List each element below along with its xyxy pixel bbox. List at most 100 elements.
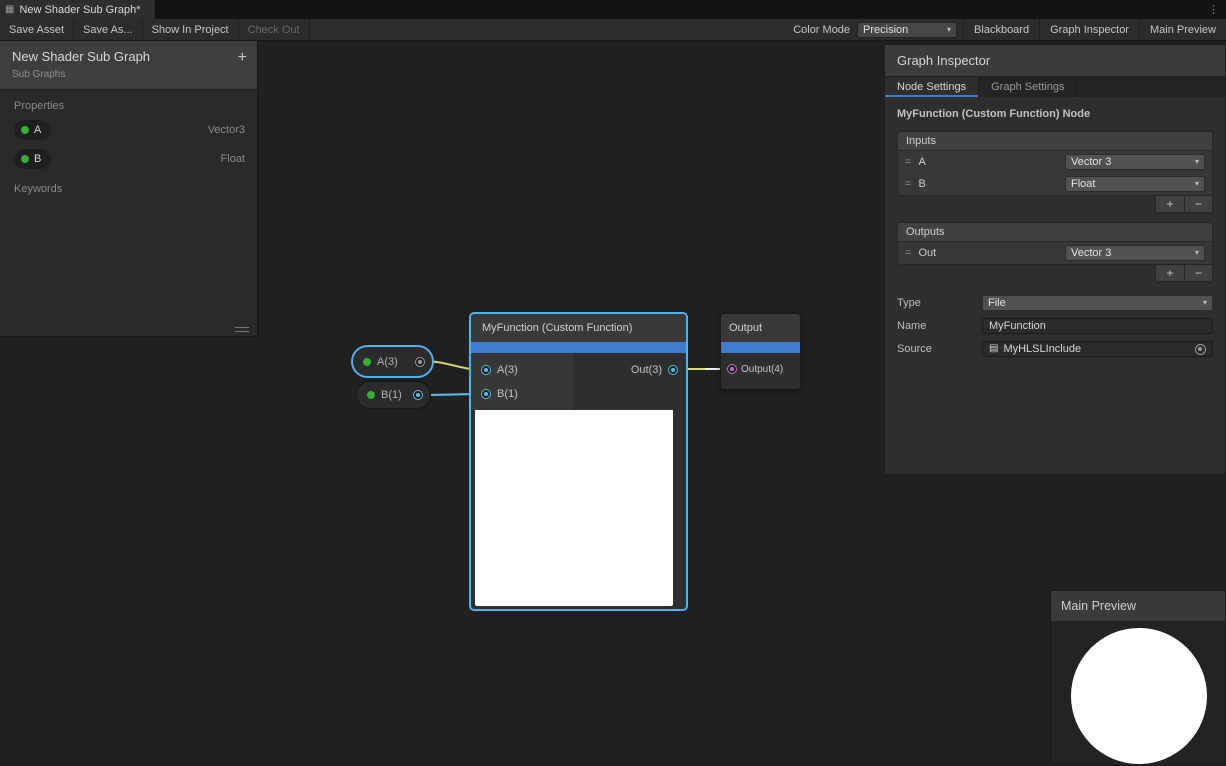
node-port-area: Output(4) — [721, 353, 800, 389]
graph-inspector-panel: Graph Inspector Node Settings Graph Sett… — [884, 44, 1226, 475]
input-name: B — [918, 178, 1058, 190]
output-type-dropdown[interactable]: Vector 3 ▾ — [1065, 245, 1205, 261]
tab-graph-settings[interactable]: Graph Settings — [979, 77, 1077, 97]
type-field-row: Type File ▾ — [897, 295, 1213, 311]
drag-handle-icon[interactable]: = — [905, 247, 911, 259]
remove-input-button[interactable]: − — [1184, 196, 1213, 213]
graph-inspector-toggle-button[interactable]: Graph Inspector — [1039, 19, 1139, 40]
output-type-value: Vector 3 — [1071, 247, 1111, 259]
toolbar: Save Asset Save As... Show In Project Ch… — [0, 19, 1226, 41]
property-node-label: B(1) — [381, 389, 407, 401]
input-port-row-b: B(1) — [471, 382, 573, 406]
node-title[interactable]: MyFunction (Custom Function) — [471, 314, 686, 342]
input-type-value: Vector 3 — [1071, 156, 1111, 168]
chevron-down-icon: ▾ — [947, 26, 951, 34]
graph-asset-icon: ▦ — [5, 5, 14, 15]
blackboard-property-row[interactable]: A Vector3 — [0, 115, 257, 144]
name-value: MyFunction — [989, 320, 1046, 332]
graph-inspector-title: Graph Inspector — [885, 45, 1225, 77]
preview-sphere — [1071, 628, 1207, 764]
output-row-out[interactable]: = Out Vector 3 ▾ — [898, 242, 1212, 264]
save-as-button[interactable]: Save As... — [74, 19, 143, 40]
add-output-button[interactable]: + — [1155, 265, 1184, 282]
property-node-b[interactable]: B(1) — [356, 381, 431, 409]
output-name: Out — [918, 247, 1058, 259]
show-in-project-button[interactable]: Show In Project — [143, 19, 239, 40]
property-pill[interactable]: A — [14, 120, 51, 140]
property-color-dot — [367, 391, 375, 399]
chevron-down-icon: ▾ — [1195, 180, 1199, 188]
node-input-column: A(3) B(1) — [471, 353, 573, 410]
blackboard-toggle-button[interactable]: Blackboard — [963, 19, 1039, 40]
add-property-button[interactable]: + — [238, 50, 247, 66]
remove-output-button[interactable]: − — [1184, 265, 1213, 282]
name-field-row: Name MyFunction — [897, 318, 1213, 334]
port-icon[interactable] — [668, 365, 678, 375]
node-preview — [475, 410, 673, 606]
port-label: Out(3) — [631, 364, 662, 376]
inputs-list: Inputs = A Vector 3 ▾ = B Float ▾ — [897, 131, 1213, 196]
object-picker-icon[interactable] — [1195, 344, 1206, 355]
outputs-list-footer: + − — [885, 265, 1213, 282]
property-name: B — [34, 153, 41, 165]
inputs-list-footer: + − — [885, 196, 1213, 213]
blackboard-property-row[interactable]: B Float — [0, 144, 257, 173]
input-type-dropdown[interactable]: Vector 3 ▾ — [1065, 154, 1205, 170]
port-icon[interactable] — [413, 390, 423, 400]
source-value: MyHLSLInclude — [1003, 343, 1081, 355]
input-row-b[interactable]: = B Float ▾ — [898, 173, 1212, 195]
chevron-down-icon: ▾ — [1195, 249, 1199, 257]
port-icon[interactable] — [415, 357, 425, 367]
drag-handle-icon[interactable]: = — [905, 178, 911, 190]
window-menu-icon[interactable]: ⋮ — [1201, 0, 1226, 19]
port-label: A(3) — [497, 364, 518, 376]
main-preview-body[interactable] — [1051, 622, 1225, 765]
property-color-dot — [363, 358, 371, 366]
property-node-a[interactable]: A(3) — [352, 346, 433, 377]
node-title[interactable]: Output — [721, 314, 800, 342]
input-row-a[interactable]: = A Vector 3 ▾ — [898, 151, 1212, 173]
node-output-column: Out(3) — [573, 353, 686, 410]
port-label: B(1) — [497, 388, 518, 400]
resize-handle[interactable] — [235, 327, 249, 332]
property-type: Vector3 — [208, 124, 245, 136]
property-color-dot — [21, 126, 29, 134]
node-accent-bar — [471, 342, 686, 353]
output-node[interactable]: Output Output(4) — [720, 313, 801, 389]
check-out-button: Check Out — [239, 19, 310, 40]
node-settings-heading: MyFunction (Custom Function) Node — [885, 97, 1225, 122]
custom-function-node[interactable]: MyFunction (Custom Function) A(3) B(1) O… — [470, 313, 687, 610]
port-icon[interactable] — [727, 364, 737, 374]
save-asset-button[interactable]: Save Asset — [0, 19, 74, 40]
port-icon[interactable] — [481, 389, 491, 399]
precision-dropdown[interactable]: Precision ▾ — [857, 22, 957, 38]
name-input[interactable]: MyFunction — [982, 318, 1213, 334]
type-value: File — [988, 297, 1006, 309]
blackboard-subtitle: Sub Graphs — [12, 69, 245, 80]
tab-new-shader-sub-graph[interactable]: ▦ New Shader Sub Graph* — [0, 0, 156, 19]
tab-title: New Shader Sub Graph* — [19, 4, 140, 16]
main-preview-panel: Main Preview — [1050, 590, 1226, 766]
property-color-dot — [21, 155, 29, 163]
source-object-field[interactable]: ▤ MyHLSLInclude — [982, 341, 1213, 357]
input-type-dropdown[interactable]: Float ▾ — [1065, 176, 1205, 192]
file-icon: ▤ — [989, 344, 998, 354]
tab-node-settings[interactable]: Node Settings — [885, 77, 979, 97]
add-input-button[interactable]: + — [1155, 196, 1184, 213]
blackboard-title: New Shader Sub Graph — [12, 49, 245, 64]
precision-value: Precision — [863, 24, 908, 36]
port-icon[interactable] — [481, 365, 491, 375]
main-preview-title: Main Preview — [1051, 591, 1225, 622]
keywords-section-label: Keywords — [0, 173, 257, 198]
type-dropdown[interactable]: File ▾ — [982, 295, 1213, 311]
input-type-value: Float — [1071, 178, 1095, 190]
drag-handle-icon[interactable]: = — [905, 156, 911, 168]
input-port-row-a: A(3) — [471, 358, 573, 382]
main-preview-toggle-button[interactable]: Main Preview — [1139, 19, 1226, 40]
output-port-row-out: Out(3) — [573, 358, 686, 382]
property-pill[interactable]: B — [14, 149, 51, 169]
color-mode-label: Color Mode — [786, 19, 857, 40]
property-name: A — [34, 124, 41, 136]
input-name: A — [918, 156, 1058, 168]
input-port-row-output: Output(4) — [721, 357, 800, 381]
